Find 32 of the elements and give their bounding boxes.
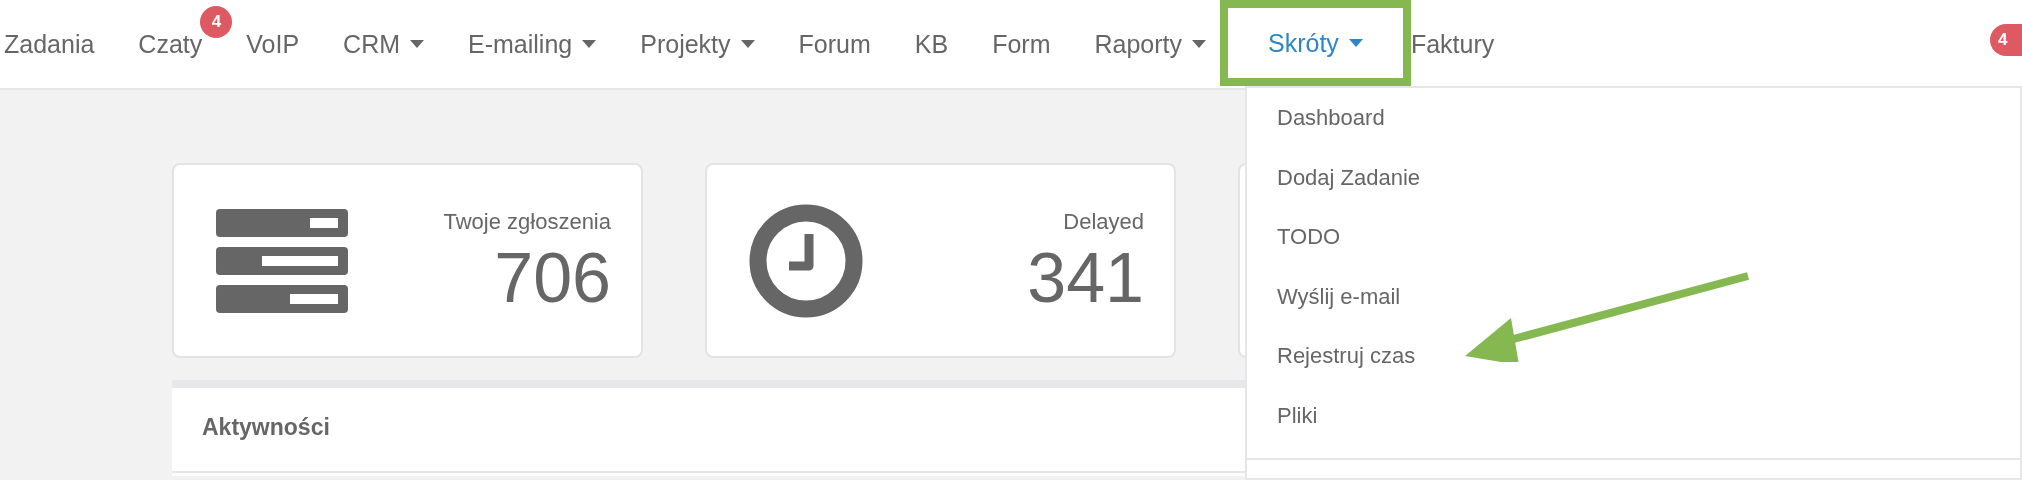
nav-link[interactable]: CRM: [343, 29, 425, 59]
menu-item[interactable]: Dashboard: [1247, 96, 1405, 156]
nav-link[interactable]: VoIP: [246, 29, 300, 59]
nav-link[interactable]: Forum: [798, 29, 871, 59]
card-value: 341: [1027, 242, 1144, 313]
nav-link[interactable]: Czaty: [138, 29, 203, 59]
menu-item[interactable]: Wyślij e-mail: [1247, 274, 1421, 335]
caret-icon: [1192, 40, 1206, 48]
clock-icon: [749, 203, 863, 318]
caret-icon: [740, 40, 755, 48]
menu-item[interactable]: Rejestruj czas: [1247, 334, 1436, 394]
nav-link[interactable]: Raporty: [1094, 29, 1206, 59]
menu-item[interactable]: Pliki: [1247, 393, 1338, 454]
nav-link[interactable]: Form: [992, 29, 1051, 59]
nav-link[interactable]: Zadania: [4, 29, 95, 59]
nav-link[interactable]: Faktury: [1410, 29, 1495, 59]
notification-badge[interactable]: 4: [1990, 24, 2022, 56]
caret-icon: [582, 40, 597, 48]
count-badge: 4: [200, 5, 233, 38]
nav-link[interactable]: Projekty: [640, 29, 755, 59]
caret-icon: [1348, 39, 1363, 47]
menu-item[interactable]: Dodaj Zadanie: [1247, 155, 1441, 216]
panel-title: Aktywności: [201, 413, 330, 441]
card-value: 706: [494, 242, 611, 313]
nav-link[interactable]: E-mailing: [468, 29, 597, 59]
card-title: Twoje zgłoszenia: [443, 208, 611, 235]
server-icon: [216, 208, 348, 313]
nav-link[interactable]: KB: [914, 29, 949, 59]
menu-item[interactable]: TODO: [1247, 215, 1361, 275]
nav-link[interactable]: Skróty: [1220, 0, 1411, 86]
caret-icon: [410, 40, 425, 48]
card-title: Delayed: [1063, 208, 1144, 235]
